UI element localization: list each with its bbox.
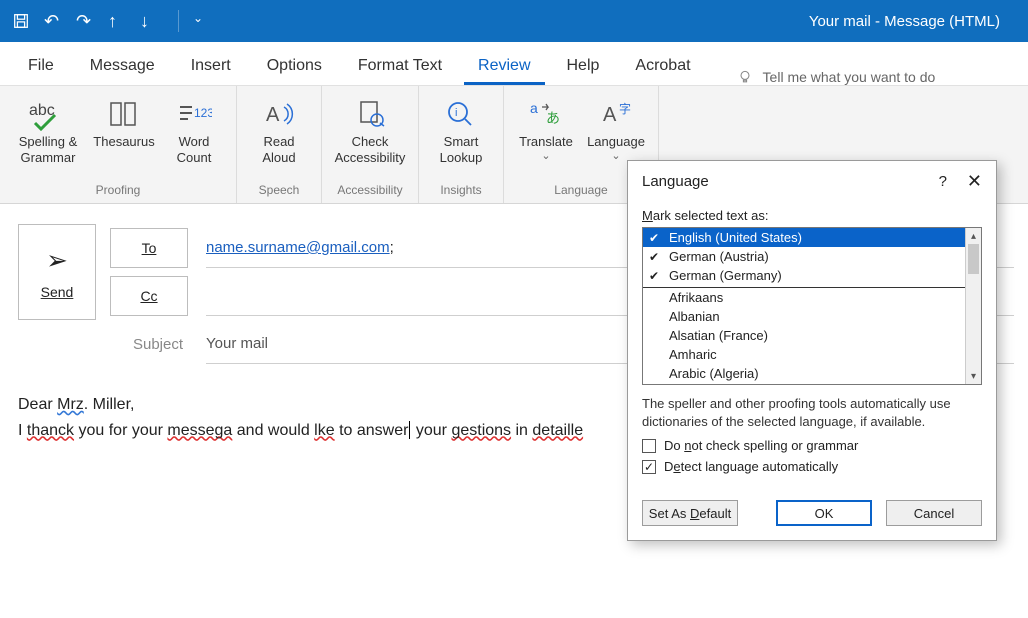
redo-icon[interactable]: ↷: [76, 12, 94, 30]
no-check-checkbox[interactable]: Do not check spelling or grammar: [642, 438, 982, 453]
svg-text:字: 字: [619, 101, 631, 116]
dialog-close-button[interactable]: ✕: [967, 171, 982, 192]
language-icon: A字: [599, 94, 633, 134]
cc-button[interactable]: Cc: [110, 276, 188, 316]
dialog-title: Language: [642, 173, 709, 190]
separator: [178, 10, 179, 32]
checkbox-icon: ✓: [642, 460, 656, 474]
undo-icon[interactable]: ↶: [44, 12, 62, 30]
list-item[interactable]: Albanian: [643, 307, 965, 326]
check-accessibility-button[interactable]: Check Accessibility: [334, 94, 406, 165]
svg-text:あ: あ: [546, 110, 560, 126]
mark-selected-label: Mark selected text as:: [642, 208, 982, 223]
thesaurus-icon: [107, 94, 141, 134]
list-item[interactable]: Arabic (Algeria): [643, 364, 965, 383]
word-count-button[interactable]: 123 Word Count: [164, 94, 224, 165]
quick-access-toolbar: ↶ ↷ ↑ ↓ ⌄: [12, 10, 211, 32]
send-label: Send: [41, 284, 74, 300]
cancel-button[interactable]: Cancel: [886, 500, 982, 526]
list-item[interactable]: ✔English (United States): [643, 228, 965, 247]
list-item[interactable]: Afrikaans: [643, 288, 965, 307]
language-button[interactable]: A字 Language ⌄: [586, 94, 646, 163]
scroll-down-icon[interactable]: ▾: [966, 368, 981, 384]
list-item[interactable]: ✔German (Germany): [643, 266, 965, 285]
tab-format-text[interactable]: Format Text: [344, 47, 456, 85]
tell-me-search[interactable]: Tell me what you want to do: [737, 69, 936, 85]
tell-me-placeholder: Tell me what you want to do: [763, 69, 936, 85]
menu-bar: File Message Insert Options Format Text …: [0, 42, 1028, 86]
save-icon[interactable]: [12, 12, 30, 30]
list-item[interactable]: Alsatian (France): [643, 326, 965, 345]
list-item[interactable]: ✔German (Austria): [643, 247, 965, 266]
ribbon-group-speech: A Read Aloud Speech: [237, 86, 322, 203]
spelling-check-icon: abc: [29, 94, 67, 134]
thesaurus-button[interactable]: Thesaurus: [94, 94, 154, 165]
ribbon-group-label: Insights: [440, 179, 481, 203]
translate-button[interactable]: aあ Translate ⌄: [516, 94, 576, 163]
ribbon-group-label: Accessibility: [337, 179, 402, 203]
language-listbox[interactable]: ✔English (United States) ✔German (Austri…: [642, 227, 982, 385]
checkbox-icon: [642, 439, 656, 453]
title-bar: ↶ ↷ ↑ ↓ ⌄ Your mail - Message (HTML): [0, 0, 1028, 42]
tab-insert[interactable]: Insert: [177, 47, 245, 85]
set-as-default-button[interactable]: Set As Default: [642, 500, 738, 526]
detect-language-checkbox[interactable]: ✓ Detect language automatically: [642, 459, 982, 474]
svg-text:A: A: [266, 104, 280, 126]
tab-message[interactable]: Message: [76, 47, 169, 85]
to-button[interactable]: To: [110, 228, 188, 268]
svg-text:abc: abc: [29, 102, 55, 119]
svg-text:a: a: [530, 100, 538, 116]
move-up-icon[interactable]: ↑: [108, 12, 126, 30]
ribbon-group-label: Language: [554, 179, 607, 203]
spelling-grammar-button[interactable]: abc Spelling & Grammar: [12, 94, 84, 165]
list-item[interactable]: Amharic: [643, 345, 965, 364]
read-aloud-button[interactable]: A Read Aloud: [249, 94, 309, 165]
svg-text:i: i: [455, 107, 457, 119]
scroll-thumb[interactable]: [968, 244, 979, 274]
scroll-up-icon[interactable]: ▴: [966, 228, 981, 244]
tab-file[interactable]: File: [14, 47, 68, 85]
send-button[interactable]: ➢ Send: [18, 224, 96, 320]
ribbon-group-label: Proofing: [96, 179, 141, 203]
svg-text:A: A: [603, 104, 617, 126]
tab-options[interactable]: Options: [253, 47, 336, 85]
lightbulb-icon: [737, 69, 753, 85]
read-aloud-icon: A: [262, 94, 296, 134]
accessibility-icon: [353, 94, 387, 134]
send-icon: ➢: [46, 245, 68, 276]
tab-review[interactable]: Review: [464, 47, 544, 85]
smart-lookup-icon: i: [444, 94, 478, 134]
subject-label: Subject: [110, 336, 206, 353]
qat-customize-icon[interactable]: ⌄: [193, 12, 211, 30]
proofing-check-icon: ✔: [649, 231, 663, 245]
ribbon-group-insights: i Smart Lookup Insights: [419, 86, 504, 203]
tab-acrobat[interactable]: Acrobat: [621, 47, 704, 85]
move-down-icon[interactable]: ↓: [140, 12, 158, 30]
proofing-check-icon: ✔: [649, 269, 663, 283]
ribbon-group-proofing: abc Spelling & Grammar Thesaurus 123 Wor…: [0, 86, 237, 203]
ok-button[interactable]: OK: [776, 500, 872, 526]
smart-lookup-button[interactable]: i Smart Lookup: [431, 94, 491, 165]
dialog-help-button[interactable]: ?: [939, 173, 947, 190]
translate-icon: aあ: [528, 94, 564, 134]
language-dialog: Language ? ✕ Mark selected text as: ✔Eng…: [627, 160, 997, 541]
ribbon-group-accessibility: Check Accessibility Accessibility: [322, 86, 419, 203]
proofing-check-icon: ✔: [649, 250, 663, 264]
svg-text:123: 123: [194, 106, 212, 120]
dialog-info-text: The speller and other proofing tools aut…: [642, 395, 982, 430]
tab-help[interactable]: Help: [553, 47, 614, 85]
ribbon-group-label: Speech: [259, 179, 300, 203]
scrollbar[interactable]: ▴ ▾: [965, 228, 981, 384]
word-count-icon: 123: [176, 94, 212, 134]
